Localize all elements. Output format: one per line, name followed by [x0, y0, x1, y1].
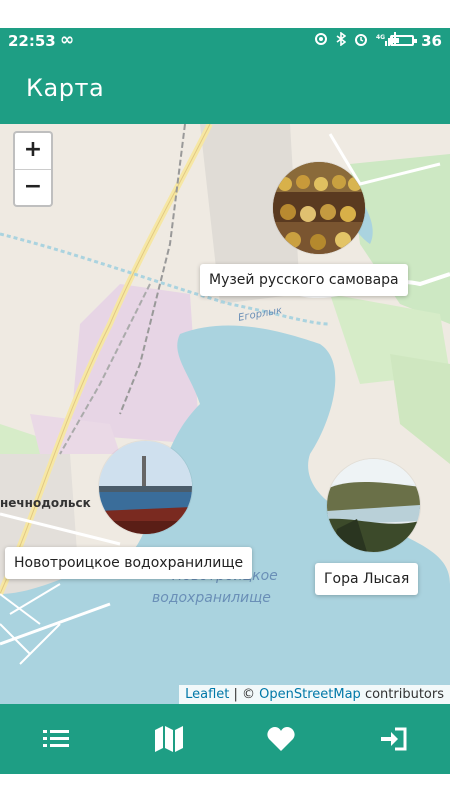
- osm-link[interactable]: OpenStreetMap: [259, 687, 361, 702]
- bottom-border: [0, 774, 450, 800]
- bluetooth-icon: [336, 32, 346, 46]
- page-title: Карта: [26, 74, 105, 102]
- attribution-separator: | ©: [229, 687, 260, 702]
- map-icon: [155, 726, 183, 752]
- status-time: 22:53: [8, 32, 56, 50]
- attribution-suffix: contributors: [360, 687, 444, 702]
- reservoir-photo-art: [99, 441, 192, 534]
- status-bar: 22:53 ∞ 4G 36: [0, 28, 450, 54]
- login-icon: [381, 727, 407, 751]
- reservoir-photo[interactable]: [99, 441, 192, 534]
- zoom-control: + −: [13, 131, 53, 207]
- app-bar: Карта: [0, 54, 450, 124]
- zoom-out-button[interactable]: −: [15, 170, 51, 206]
- samovar-museum-photo[interactable]: [273, 162, 365, 254]
- nav-favorites[interactable]: [246, 704, 316, 774]
- heart-icon: [267, 727, 295, 751]
- sync-icon: [315, 33, 327, 45]
- leaflet-link[interactable]: Leaflet: [185, 687, 229, 702]
- bottom-nav: [0, 704, 450, 774]
- infinity-icon: ∞: [60, 30, 75, 50]
- alarm-icon: [355, 34, 367, 46]
- map-attribution: Leaflet | © OpenStreetMap contributors: [179, 685, 450, 704]
- nav-map[interactable]: [134, 704, 204, 774]
- battery-level: 36: [421, 32, 442, 50]
- top-border: [0, 0, 450, 28]
- map-view[interactable]: нечнодольск Егорлык Новотроицкое водохра…: [0, 124, 450, 704]
- list-icon: [43, 730, 69, 747]
- samovar-photo-art: [273, 162, 365, 254]
- water-label-line2: водохранилище: [152, 590, 271, 606]
- mountain-photo[interactable]: [327, 459, 420, 552]
- place-label-reservoir[interactable]: Новотроицкое водохранилище: [5, 547, 253, 579]
- town-label: нечнодольск: [0, 496, 91, 510]
- zoom-in-button[interactable]: +: [15, 133, 51, 170]
- place-label-mountain[interactable]: Гора Лысая: [315, 563, 419, 595]
- mountain-photo-art: [327, 459, 420, 552]
- nav-list[interactable]: [21, 704, 91, 774]
- svg-text:4G: 4G: [376, 34, 385, 41]
- battery-icon: [390, 35, 417, 46]
- map-tiles: [0, 124, 450, 704]
- nav-login[interactable]: [359, 704, 429, 774]
- place-label-samovar[interactable]: Музей русского самовара: [200, 264, 408, 296]
- status-icons: 4G: [314, 32, 398, 46]
